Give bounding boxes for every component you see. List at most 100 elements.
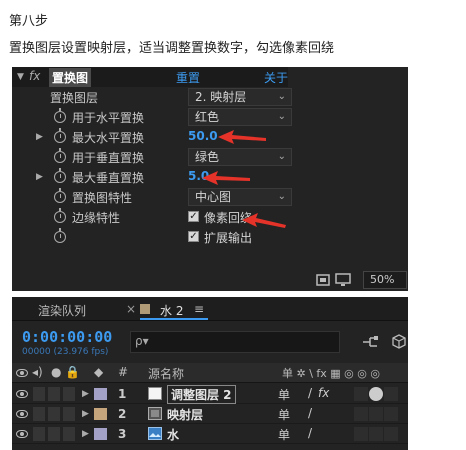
solo-toggle[interactable]: [48, 407, 60, 421]
visibility-eye-icon[interactable]: [16, 430, 28, 438]
stopwatch-icon[interactable]: [54, 148, 66, 163]
expand-triangle-icon[interactable]: ▶: [82, 409, 89, 419]
switch-box[interactable]: [384, 387, 398, 401]
comp-color-swatch: [140, 304, 150, 314]
switch-box[interactable]: [354, 387, 368, 401]
annotation-arrow-icon: [218, 130, 266, 144]
lock-toggle[interactable]: [63, 407, 75, 421]
layer-name[interactable]: 映射层: [167, 406, 203, 423]
use-horizontal-dropdown[interactable]: 红色 ⌄: [188, 108, 292, 126]
instruction-text: 置换图层设置映射层，适当调整置换数字，勾选像素回绕: [9, 41, 335, 56]
column-number[interactable]: #: [118, 365, 128, 379]
stopwatch-icon[interactable]: [54, 168, 66, 183]
expand-triangle-icon[interactable]: ▶: [36, 172, 43, 182]
property-label: 最大水平置换: [72, 131, 145, 145]
shy-switch-icon[interactable]: 单: [278, 406, 290, 423]
quality-switch-icon[interactable]: /: [308, 386, 312, 400]
tab-render-queue[interactable]: 渲染队列: [38, 302, 86, 319]
zoom-dropdown[interactable]: 50%: [363, 271, 407, 289]
switch-box[interactable]: [384, 427, 398, 441]
snapshot-icon[interactable]: [315, 272, 331, 288]
property-row-use-horizontal: 用于水平置换 红色 ⌄: [12, 107, 292, 127]
audio-toggle[interactable]: [33, 427, 45, 441]
visibility-eye-icon[interactable]: [16, 410, 28, 418]
solo-toggle[interactable]: [48, 427, 60, 441]
draft-3d-icon[interactable]: [390, 333, 408, 351]
chevron-down-icon: ⌄: [277, 151, 286, 162]
switch-box[interactable]: [354, 407, 368, 421]
effect-name[interactable]: 置换图: [49, 68, 92, 87]
dropdown-value: 绿色: [195, 150, 220, 164]
reset-link[interactable]: 重置: [176, 69, 200, 86]
expand-triangle-icon[interactable]: ▶: [82, 389, 89, 399]
layer-name[interactable]: 水: [167, 426, 179, 443]
use-vertical-dropdown[interactable]: 绿色 ⌄: [188, 148, 292, 166]
switch-box[interactable]: [369, 427, 383, 441]
stopwatch-icon[interactable]: [54, 108, 66, 123]
close-icon[interactable]: ×: [126, 302, 136, 316]
lock-toggle[interactable]: [63, 427, 75, 441]
step-title: 第八步: [9, 14, 49, 29]
annotation-arrow-icon: [242, 213, 286, 228]
search-icon: ρ▾: [135, 334, 149, 348]
map-layer-dropdown[interactable]: 2. 映射层 ⌄: [188, 88, 292, 106]
active-tab-underline: [140, 318, 208, 320]
expand-triangle-icon[interactable]: ▶: [82, 429, 89, 439]
expand-triangle-icon[interactable]: ▶: [36, 132, 43, 142]
label-color-swatch[interactable]: [94, 408, 107, 420]
max-horizontal-value[interactable]: 50.0: [188, 129, 218, 143]
layer-search-input[interactable]: ρ▾: [130, 331, 340, 353]
lock-icon[interactable]: 🔒: [65, 365, 80, 379]
current-time-display[interactable]: 0:00:00:00: [22, 328, 112, 346]
stopwatch-icon[interactable]: [54, 188, 66, 203]
fps-label: 00000 (23.976 fps): [22, 347, 109, 357]
switch-box[interactable]: [354, 427, 368, 441]
property-label: 用于水平置换: [72, 111, 145, 125]
monitor-icon[interactable]: [335, 272, 351, 288]
label-color-swatch[interactable]: [94, 428, 107, 440]
column-source-name[interactable]: 源名称: [148, 365, 184, 382]
audio-icon[interactable]: ◂): [32, 365, 43, 379]
property-label: 置换图层: [50, 91, 99, 105]
audio-toggle[interactable]: [33, 407, 45, 421]
map-behavior-dropdown[interactable]: 中心图 ⌄: [188, 188, 292, 206]
layer-number: 3: [118, 427, 127, 441]
tab-composition[interactable]: 水 2: [160, 302, 183, 319]
expand-output-checkbox[interactable]: ✓: [188, 231, 199, 242]
quality-switch-icon[interactable]: /: [308, 406, 312, 420]
lock-toggle[interactable]: [63, 387, 75, 401]
shy-switch-icon[interactable]: 单: [278, 386, 290, 403]
visibility-eye-icon[interactable]: [16, 390, 28, 398]
layer-name[interactable]: 调整图层 2: [167, 385, 236, 404]
video-toggle-icon[interactable]: [16, 369, 28, 377]
precomp-icon: [148, 407, 162, 420]
label-tag-icon[interactable]: ◆: [94, 365, 103, 379]
solo-toggle[interactable]: [48, 387, 60, 401]
collapse-triangle-icon[interactable]: ▼: [17, 72, 24, 82]
fx-icon[interactable]: fx: [29, 69, 40, 83]
layer-row[interactable]: ▶ 2 映射层 单 /: [12, 404, 408, 424]
column-switches[interactable]: 单 ✲ \ fx ▦ ◎ ◎ ◎: [282, 365, 380, 381]
layer-row[interactable]: ▶ 3 水 单 /: [12, 424, 408, 444]
property-label: 最大垂直置换: [72, 171, 145, 185]
switch-box[interactable]: [384, 407, 398, 421]
fx-switch-icon[interactable]: fx: [318, 386, 329, 400]
adjustment-switch-icon[interactable]: [369, 387, 383, 401]
about-link[interactable]: 关于: [264, 69, 288, 86]
stopwatch-icon[interactable]: [54, 128, 66, 143]
property-label: 置换图特性: [72, 191, 133, 205]
stopwatch-icon[interactable]: [54, 208, 66, 223]
quality-switch-icon[interactable]: /: [308, 426, 312, 440]
label-color-swatch[interactable]: [94, 388, 107, 400]
stopwatch-icon[interactable]: [54, 228, 66, 243]
switch-box[interactable]: [369, 407, 383, 421]
shy-switch-icon[interactable]: 单: [278, 426, 290, 443]
solo-icon[interactable]: ●: [51, 365, 61, 379]
layer-row[interactable]: ▶ 1 调整图层 2 单 / fx: [12, 384, 408, 404]
wrap-pixels-checkbox[interactable]: ✓: [188, 211, 199, 222]
property-row-use-vertical: 用于垂直置换 绿色 ⌄: [12, 147, 292, 167]
menu-icon[interactable]: ≡: [194, 302, 204, 316]
chevron-down-icon: ⌄: [277, 91, 286, 102]
audio-toggle[interactable]: [33, 387, 45, 401]
comp-flowchart-icon[interactable]: [362, 335, 380, 349]
